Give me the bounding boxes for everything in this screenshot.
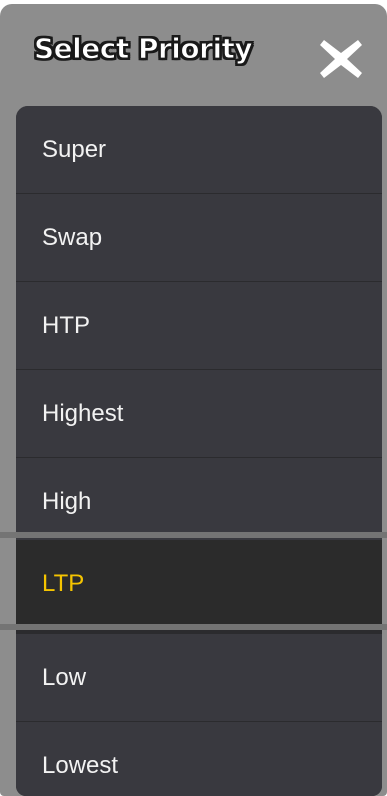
priority-option-super[interactable]: Super	[16, 106, 382, 193]
option-label: Super	[42, 136, 107, 163]
selection-highlight-top	[0, 532, 387, 538]
option-label: Lowest	[42, 752, 119, 779]
option-label: LTP	[42, 570, 85, 597]
select-priority-popup: Select Priority Super Swap HTP Highest H…	[0, 4, 387, 796]
priority-option-ltp[interactable]: LTP	[16, 540, 382, 627]
option-label: Low	[42, 664, 87, 691]
close-button[interactable]	[318, 38, 364, 80]
option-label: High	[42, 488, 92, 515]
priority-option-lowest[interactable]: Lowest	[16, 722, 382, 796]
close-x-icon	[320, 40, 362, 78]
priority-option-htp[interactable]: HTP	[16, 282, 382, 369]
popup-title: Select Priority	[33, 32, 253, 66]
option-label: Highest	[42, 400, 124, 427]
popup-header: Select Priority	[0, 4, 387, 100]
priority-option-swap[interactable]: Swap	[16, 194, 382, 281]
priority-list: Super Swap HTP Highest High LTP Low Lowe…	[16, 106, 382, 796]
option-label: Swap	[42, 224, 103, 251]
priority-option-low[interactable]: Low	[16, 634, 382, 721]
option-label: HTP	[42, 312, 90, 339]
priority-option-highest[interactable]: Highest	[16, 370, 382, 457]
selection-highlight-bottom	[0, 624, 387, 630]
